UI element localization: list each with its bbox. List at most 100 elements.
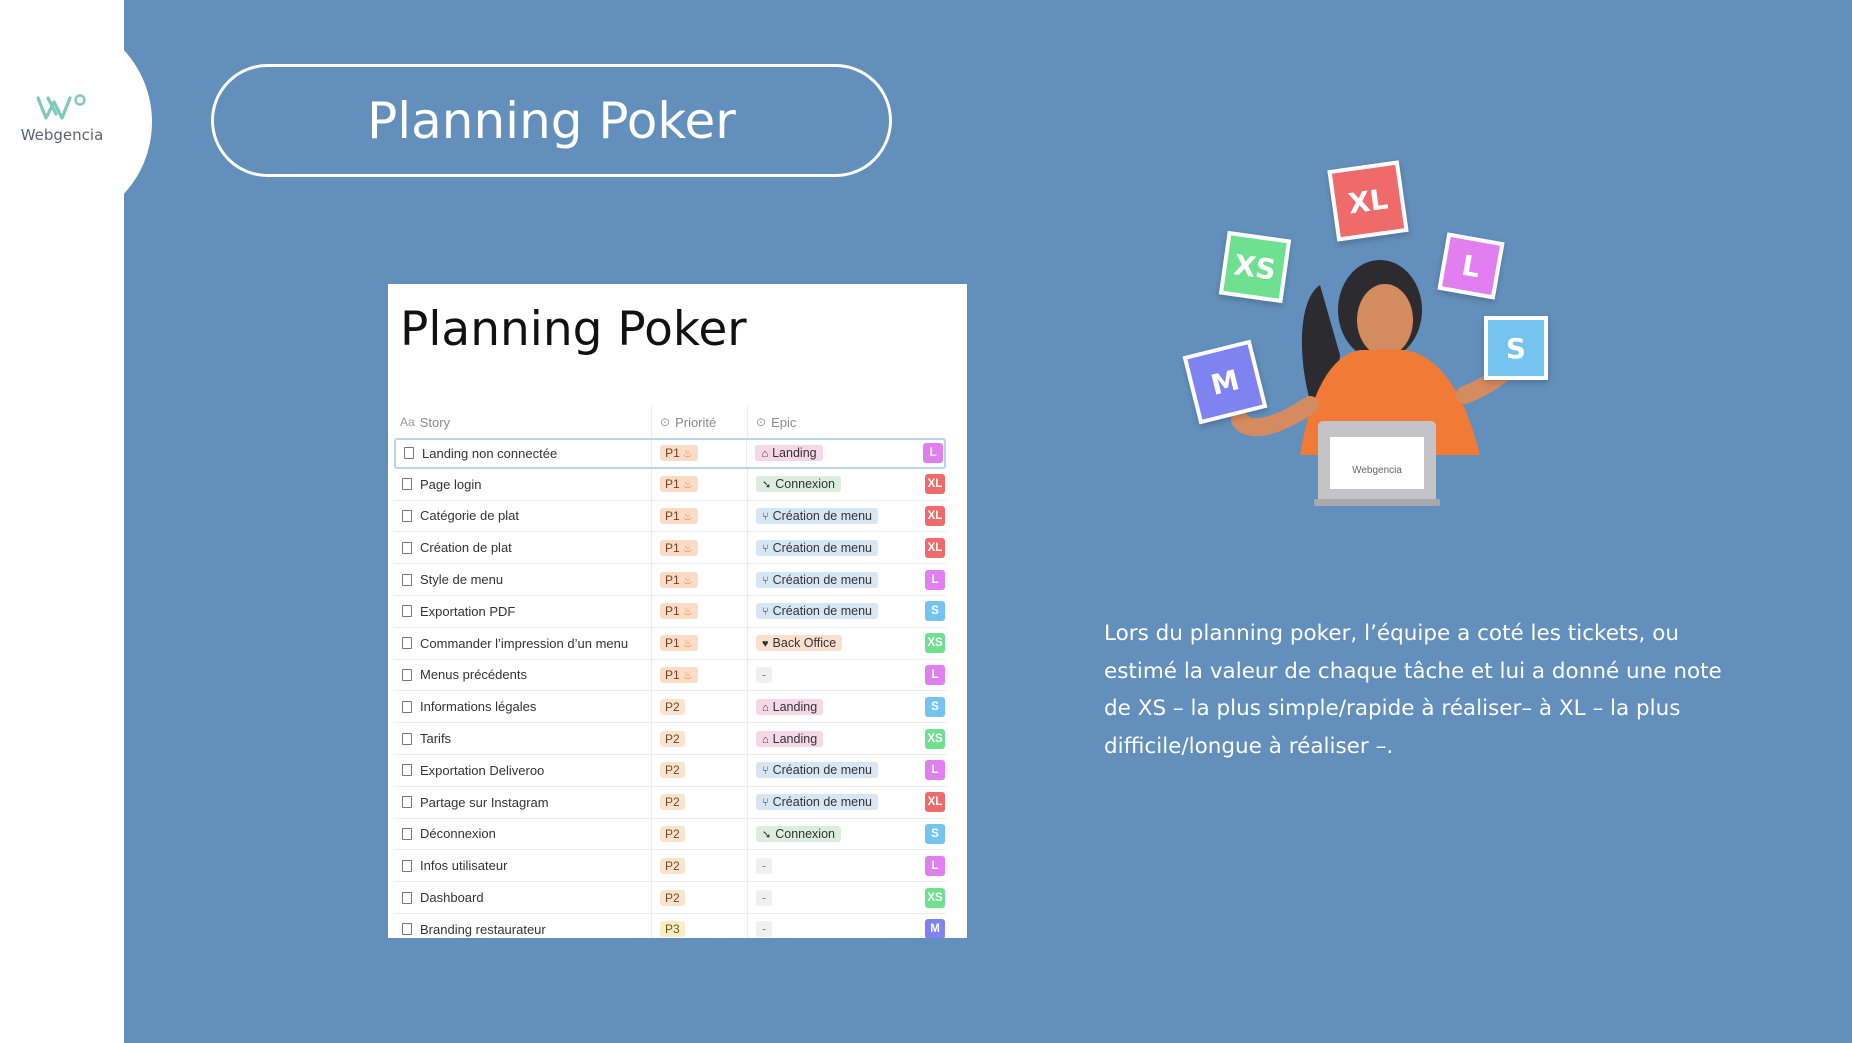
table-row[interactable]: Commander l’impression d’un menu P1 ♨ ♥ Back… [394,627,946,660]
story-cell[interactable]: Infos utilisateur [394,850,652,882]
size-cell[interactable]: XL [924,532,946,563]
story-cell[interactable]: Menus précédents [394,659,652,691]
size-badge: XL [925,537,945,558]
size-badge: XL [925,792,945,813]
epic-cell[interactable]: ⑂ Création de menu [748,564,924,595]
priority-cell[interactable]: P3 [652,913,748,938]
story-cell[interactable]: Exportation Deliveroo [394,754,652,786]
epic-cell[interactable]: - [748,914,924,938]
priority-cell[interactable]: P1 ♨ [652,500,748,532]
size-cell[interactable]: XS [924,882,946,913]
story-cell[interactable]: Déconnexion [394,818,652,850]
column-header-priority[interactable]: ⊙ Priorité [652,406,748,438]
epic-cell[interactable]: ⌂ Landing [748,691,924,722]
table-row[interactable]: Branding restaurateur P3 - M [394,913,946,938]
priority-cell[interactable]: P1 ♨ [652,532,748,564]
story-cell[interactable]: Création de plat [394,532,652,564]
size-cell[interactable]: L [922,440,944,467]
story-cell[interactable]: Partage sur Instagram [394,786,652,818]
story-cell[interactable]: Informations légales [394,691,652,723]
priority-tag: P2 [660,857,685,874]
size-badge: L [925,569,945,590]
size-cell[interactable]: XL [924,469,946,500]
story-cell[interactable]: Exportation PDF [394,595,652,627]
column-header-story[interactable]: Aa Story [394,406,652,438]
size-cell[interactable]: L [924,850,946,881]
size-cell[interactable]: XS [924,628,946,659]
story-cell[interactable]: Page login [394,468,652,500]
table-row[interactable]: Déconnexion P2 ➘ Connexion S [394,818,946,851]
priority-cell[interactable]: P2 [652,786,748,818]
webgencia-logo[interactable]: Webgencia [10,92,114,144]
priority-cell[interactable]: P1 ♨ [652,659,748,691]
epic-cell[interactable]: ♥ Back Office [748,628,924,659]
epic-cell[interactable]: ⌂ Landing [747,440,922,467]
epic-cell[interactable]: ⑂ Création de menu [748,755,924,786]
table-row[interactable]: Partage sur Instagram P2 ⑂ Création de menu… [394,786,946,819]
size-cell[interactable]: L [924,564,946,595]
size-badge: XL [925,474,945,495]
menu-icon: ⑂ [762,510,769,523]
epic-cell[interactable]: ⌂ Landing [748,723,924,754]
epic-cell[interactable]: ⑂ Création de menu [748,501,924,532]
priority-cell[interactable]: P2 [652,691,748,723]
story-name: Déconnexion [420,826,496,842]
priority-cell[interactable]: P2 [652,882,748,913]
table-row[interactable]: Menus précédents P1 ♨ - L [394,659,946,692]
story-cell[interactable]: Catégorie de plat [394,500,652,532]
epic-cell[interactable]: - [748,882,924,913]
epic-tag: ⌂ Landing [755,445,823,462]
size-cell[interactable]: S [924,596,946,627]
story-cell[interactable]: Style de menu [394,564,652,595]
epic-tag: - [756,889,773,906]
column-header-epic[interactable]: ⊙ Epic [748,406,928,438]
table-row[interactable]: Création de plat P1 ♨ ⑂ Création de menu XL [394,532,946,565]
epic-cell[interactable]: ➘ Connexion [748,469,924,500]
size-cell[interactable]: S [924,691,946,722]
priority-cell[interactable]: P1 ♨ [652,627,748,659]
epic-cell[interactable]: - [748,660,924,691]
priority-cell[interactable]: P2 [652,723,748,754]
table-row[interactable]: Informations légales P2 ⌂ Landing S [394,691,946,724]
story-cell[interactable]: Branding restaurateur [394,913,652,938]
table-row[interactable]: Exportation PDF P1 ♨ ⑂ Création de menu S [394,595,946,628]
size-cell[interactable]: XL [924,787,946,818]
priority-cell[interactable]: P2 [652,818,748,850]
table-row[interactable]: Dashboard P2 - XS [394,882,946,914]
priority-cell[interactable]: P1 ♨ [652,468,748,500]
epic-cell[interactable]: ⑂ Création de menu [748,787,924,818]
table-row[interactable]: Landing non connectée P1 ♨ ⌂ Landing L [394,438,946,469]
size-cell[interactable]: S [924,819,946,850]
story-name: Menus précédents [420,667,527,683]
epic-cell[interactable]: ⑂ Création de menu [748,532,924,563]
story-cell[interactable]: Commander l’impression d’un menu [394,627,652,659]
backoffice-icon: ♥ [762,638,769,651]
page-icon [402,891,412,904]
epic-label: - [762,922,767,937]
priority-cell[interactable]: P2 [652,754,748,786]
priority-cell[interactable]: P1 ♨ [652,595,748,627]
size-cell[interactable]: L [924,755,946,786]
table-row[interactable]: Style de menu P1 ♨ ⑂ Création de menu L [394,564,946,596]
size-cell[interactable]: L [924,660,946,691]
table-row[interactable]: Catégorie de plat P1 ♨ ⑂ Création de menu XL [394,500,946,533]
epic-cell[interactable]: ➘ Connexion [748,819,924,850]
priority-label: P1 [665,604,680,619]
story-cell[interactable]: Tarifs [394,723,652,754]
priority-cell[interactable]: P1 ♨ [652,440,748,467]
epic-cell[interactable]: - [748,850,924,881]
priority-cell[interactable]: P2 [652,850,748,882]
size-cell[interactable]: M [924,914,946,938]
table-row[interactable]: Tarifs P2 ⌂ Landing XS [394,723,946,755]
epic-cell[interactable]: ⑂ Création de menu [748,596,924,627]
priority-cell[interactable]: P1 ♨ [652,564,748,595]
size-cell[interactable]: XS [924,723,946,754]
story-cell[interactable]: Landing non connectée [396,440,653,467]
story-cell[interactable]: Dashboard [394,882,652,913]
story-name: Landing non connectée [422,445,558,461]
size-cell[interactable]: XL [924,501,946,532]
table-row[interactable]: Infos utilisateur P2 - L [394,850,946,883]
table-row[interactable]: Exportation Deliveroo P2 ⑂ Création de menu… [394,754,946,787]
table-row[interactable]: Page login P1 ♨ ➘ Connexion XL [394,468,946,501]
fire-icon: ♨ [682,638,693,651]
